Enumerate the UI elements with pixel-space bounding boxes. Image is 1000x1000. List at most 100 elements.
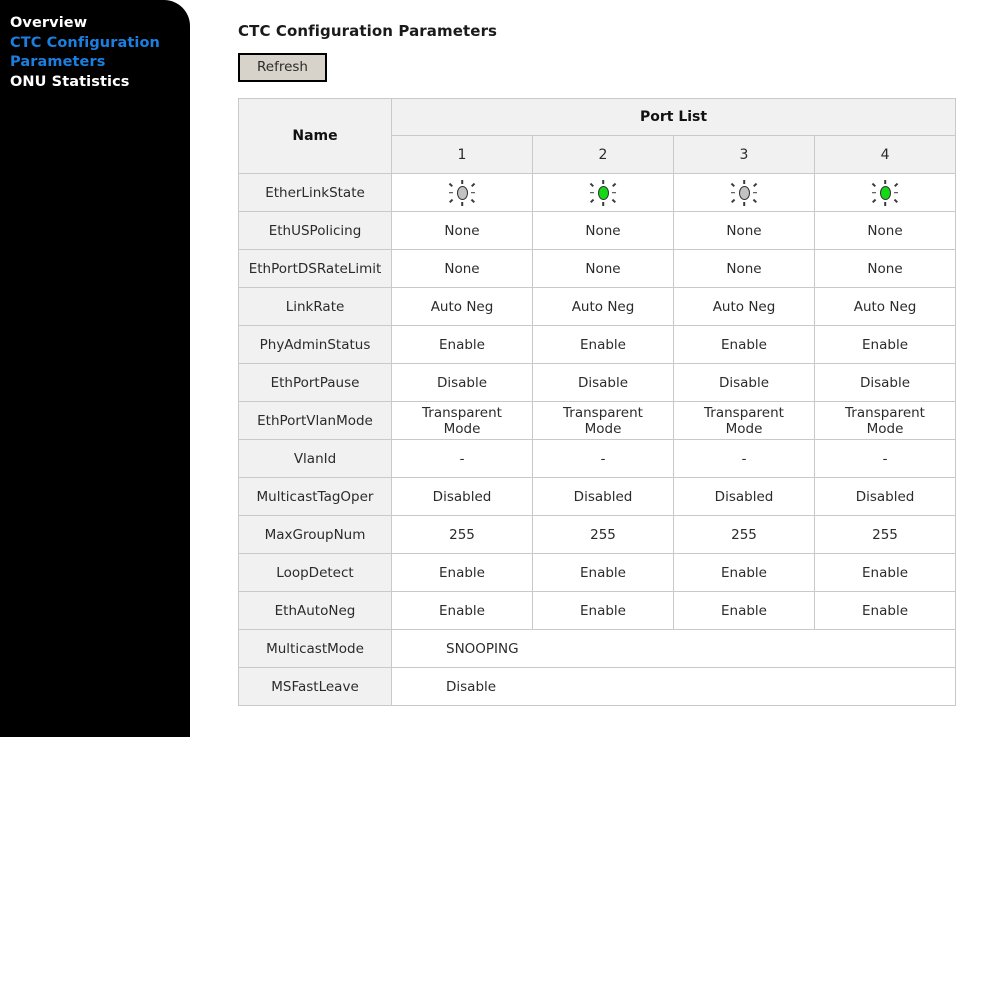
row-label: MulticastMode [238, 629, 392, 668]
cell-value-port-2: - [532, 439, 674, 478]
table-row: EtherLinkState [238, 173, 957, 212]
page-root: Overview CTC Configuration Parameters ON… [0, 0, 1000, 1000]
led-on-icon [590, 179, 616, 206]
cell-value-line-2: Mode [866, 420, 904, 437]
cell-value-port-3: None [673, 211, 815, 250]
row-label: EthAutoNeg [238, 591, 392, 630]
ctc-configuration-table: Name Port List 1 2 3 4 EtherLinkState Eth… [238, 98, 957, 706]
table-header: Name Port List 1 2 3 4 [238, 98, 957, 174]
table-row: MaxGroupNum 255 255 255 255 [238, 515, 957, 554]
cell-value-port-4: Disabled [813, 477, 957, 516]
table-row: MulticastMode SNOOPING [238, 629, 957, 668]
cell-value-port-3: Auto Neg [673, 287, 815, 326]
cell-value-port-2: Disable [532, 363, 674, 402]
cell-value-port-1: Enable [391, 325, 533, 364]
table-row: PhyAdminStatus Enable Enable Enable Enable [238, 325, 957, 364]
row-label: EthUSPolicing [238, 211, 392, 250]
table-body: EtherLinkState EthUSPolicing None None None N… [238, 173, 957, 706]
row-label: VlanId [238, 439, 392, 478]
column-header-name: Name [238, 98, 392, 174]
row-label: MSFastLeave [238, 667, 392, 706]
row-label: MulticastTagOper [238, 477, 392, 516]
cell-value-port-1: 255 [391, 515, 533, 554]
table-header-row-top: Name Port List [238, 98, 957, 174]
table-row: MSFastLeave Disable [238, 667, 957, 706]
cell-value-port-2: Transparent Mode [532, 401, 674, 440]
refresh-button[interactable]: Refresh [238, 53, 327, 82]
column-header-port-list: Port List [390, 98, 957, 136]
cell-value-port-2: 255 [532, 515, 674, 554]
cell-value-port-4: None [813, 211, 957, 250]
cell-value-port-2: Enable [532, 591, 674, 630]
row-label: EthPortPause [238, 363, 392, 402]
table-row: EthPortDSRateLimit None None None None [238, 249, 957, 288]
cell-value-port-1: Enable [391, 591, 533, 630]
row-label: EthPortVlanMode [238, 401, 392, 440]
cell-value-port-3: Disabled [673, 477, 815, 516]
cell-value-port-1: Disabled [391, 477, 533, 516]
cell-value-port-3: Enable [673, 325, 815, 364]
cell-value-port-4: 255 [813, 515, 957, 554]
cell-value-port-1: Auto Neg [391, 287, 533, 326]
table-row: VlanId - - - - [238, 439, 957, 478]
sidebar-item-overview[interactable]: Overview [10, 14, 178, 34]
cell-led-port-4 [813, 173, 957, 212]
table-row: LinkRate Auto Neg Auto Neg Auto Neg Auto Neg [238, 287, 957, 326]
cell-value-port-4: Enable [813, 553, 957, 592]
cell-value-line-1: Transparent [422, 404, 502, 421]
column-header-port-3: 3 [673, 135, 815, 174]
cell-value-port-3: Enable [673, 553, 815, 592]
sidebar-item-ctc-configuration-parameters[interactable]: CTC Configuration Parameters [10, 34, 178, 73]
led-off-icon [731, 179, 757, 206]
table-row: EthAutoNeg Enable Enable Enable Enable [238, 591, 957, 630]
cell-value-port-3: Transparent Mode [673, 401, 815, 440]
cell-led-port-1 [391, 173, 533, 212]
cell-value-all-ports: SNOOPING [390, 629, 957, 668]
cell-value-port-2: Disabled [532, 477, 674, 516]
table-row: MulticastTagOper Disabled Disabled Disabled… [238, 477, 957, 516]
cell-value-port-4: Auto Neg [813, 287, 957, 326]
cell-led-port-3 [673, 173, 815, 212]
sidebar-item-onu-statistics[interactable]: ONU Statistics [10, 73, 178, 93]
cell-value-port-3: Enable [673, 591, 815, 630]
led-off-icon [449, 179, 475, 206]
table-row: EthPortVlanMode Transparent Mode Transparen… [238, 401, 957, 440]
sidebar-nav: Overview CTC Configuration Parameters ON… [0, 0, 190, 737]
cell-value-line-2: Mode [584, 420, 622, 437]
cell-value-port-1: Enable [391, 553, 533, 592]
cell-value-port-4: None [813, 249, 957, 288]
led-on-icon [872, 179, 899, 206]
cell-value-line-1: Transparent [704, 404, 784, 421]
cell-value-line-1: Transparent [845, 404, 925, 421]
column-header-port-2: 2 [532, 135, 674, 174]
row-label: LinkRate [238, 287, 392, 326]
cell-value-port-1: None [391, 249, 533, 288]
cell-value-port-1: Transparent Mode [391, 401, 533, 440]
cell-value-port-2: Enable [532, 553, 674, 592]
cell-value-port-1: None [391, 211, 533, 250]
column-header-port-1: 1 [391, 135, 533, 174]
cell-value-port-4: Enable [813, 325, 957, 364]
cell-value-all-ports: Disable [390, 667, 957, 706]
cell-value-port-2: Auto Neg [532, 287, 674, 326]
cell-value-port-2: None [532, 211, 674, 250]
main-content: CTC Configuration Parameters Refresh Nam… [238, 0, 968, 706]
table-row: LoopDetect Enable Enable Enable Enable [238, 553, 957, 592]
cell-value-port-2: None [532, 249, 674, 288]
page-title: CTC Configuration Parameters [238, 22, 498, 40]
cell-value-port-1: - [391, 439, 533, 478]
cell-value-line-1: Transparent [563, 404, 643, 421]
table-row: EthUSPolicing None None None None [238, 211, 957, 250]
cell-value-port-3: Disable [673, 363, 815, 402]
cell-value-port-1: Disable [391, 363, 533, 402]
cell-value-port-3: - [673, 439, 815, 478]
row-label: EtherLinkState [238, 173, 392, 212]
table-row: EthPortPause Disable Disable Disable Disable [238, 363, 957, 402]
cell-value-line-2: Mode [725, 420, 763, 437]
cell-led-port-2 [532, 173, 674, 212]
row-label: MaxGroupNum [238, 515, 392, 554]
cell-value-port-3: 255 [673, 515, 815, 554]
cell-value-port-2: Enable [532, 325, 674, 364]
row-label: PhyAdminStatus [238, 325, 392, 364]
column-header-port-4: 4 [813, 135, 957, 174]
